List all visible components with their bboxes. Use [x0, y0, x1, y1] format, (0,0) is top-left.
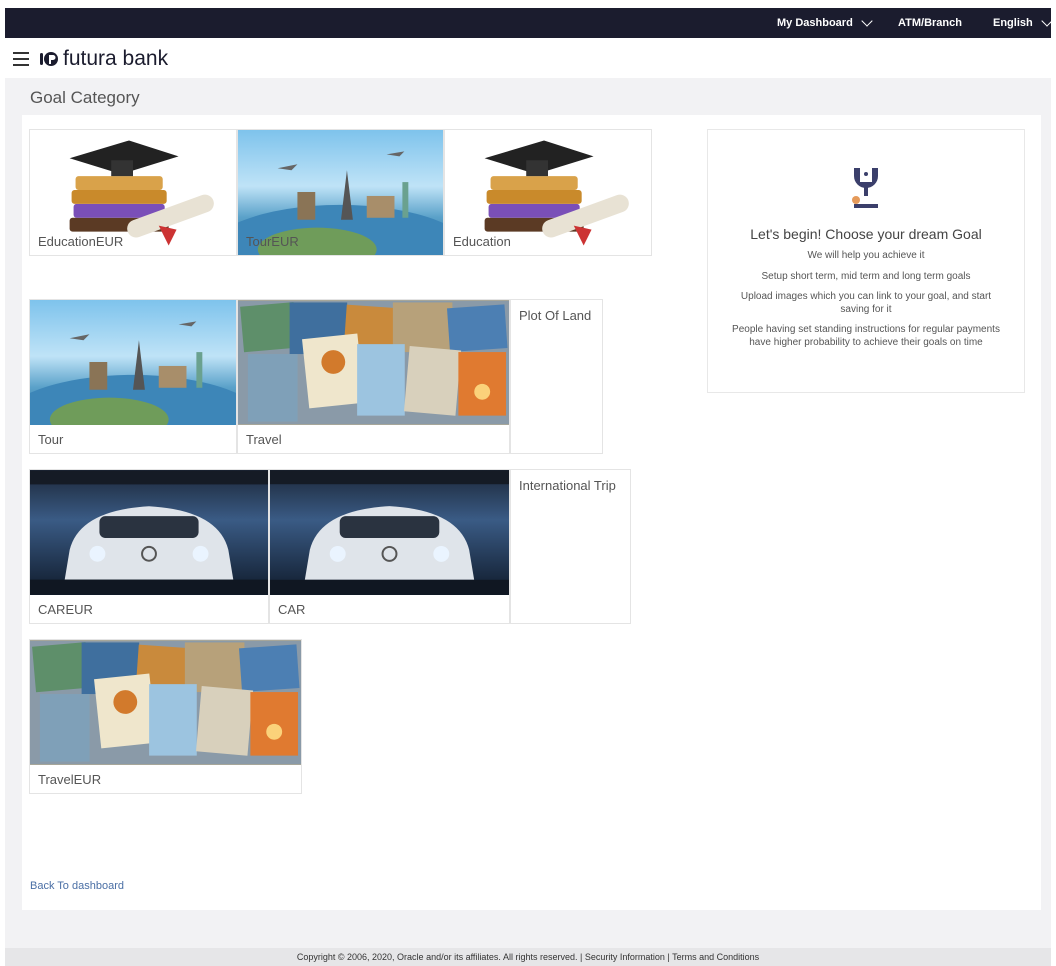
menu-icon[interactable]	[13, 52, 29, 66]
travel-collage	[238, 300, 509, 425]
terms-link[interactable]: Terms and Conditions	[672, 952, 759, 962]
goal-tile-careur[interactable]: CAREUR	[29, 469, 269, 624]
info-line: People having set standing instructions …	[732, 324, 1000, 348]
tile-label: CAR	[278, 602, 306, 617]
top-bar: My Dashboard ATM/Branch English	[5, 8, 1053, 38]
footer: Copyright © 2006, 2020, Oracle and/or it…	[5, 948, 1051, 966]
car-photo	[270, 470, 509, 595]
goal-tile-car[interactable]: CAR	[269, 469, 510, 624]
tile-label: CAREUR	[38, 602, 93, 617]
chevron-down-icon	[861, 14, 873, 27]
my-dashboard-label: My Dashboard	[777, 17, 853, 29]
brand-logo[interactable]: futura bank	[39, 47, 168, 71]
tile-label: TourEUR	[246, 234, 299, 249]
back-to-dashboard-link[interactable]: Back To dashboard	[30, 880, 124, 892]
my-dashboard-menu[interactable]: My Dashboard	[777, 8, 873, 38]
language-label: English	[993, 17, 1033, 29]
copyright-text: Copyright © 2006, 2020, Oracle and/or it…	[296, 952, 578, 962]
security-information-link[interactable]: Security Information	[585, 952, 665, 962]
goal-tile-education[interactable]: Education	[444, 129, 652, 256]
goal-tile-international-trip[interactable]: International Trip	[510, 469, 631, 624]
tile-label: International Trip	[519, 478, 616, 493]
futura-logo-icon	[40, 52, 58, 66]
education-illustration	[30, 130, 236, 248]
page-title: Goal Category	[30, 88, 140, 107]
car-photo	[30, 470, 268, 595]
goal-tile-travel[interactable]: Travel	[237, 299, 510, 454]
language-menu[interactable]: English	[993, 8, 1053, 38]
goal-info-card: Let's begin! Choose your dream Goal We w…	[707, 129, 1025, 393]
tile-label: Plot Of Land	[519, 308, 592, 323]
tile-label: Travel	[246, 432, 282, 447]
tile-label: Education	[453, 234, 511, 249]
info-heading: Let's begin! Choose your dream Goal	[750, 226, 982, 242]
trophy-icon	[852, 168, 878, 208]
app-frame: My Dashboard ATM/Branch English futura b…	[5, 8, 1053, 966]
goal-tile-toureur[interactable]: TourEUR	[237, 129, 444, 256]
brand-name: futura bank	[63, 47, 169, 70]
goal-category-panel: EducationEUR TourEUR Education Tour Trav…	[22, 115, 1041, 910]
goal-tile-tour[interactable]: Tour	[29, 299, 237, 454]
info-line: Upload images which you can link to your…	[740, 291, 992, 315]
tile-label: EducationEUR	[38, 234, 124, 249]
goal-tile-traveleur[interactable]: TravelEUR	[29, 639, 302, 794]
chevron-down-icon	[1041, 14, 1053, 27]
header: futura bank	[5, 38, 1051, 78]
atm-branch-link[interactable]: ATM/Branch	[898, 8, 962, 38]
education-illustration	[445, 130, 651, 248]
atm-branch-label: ATM/Branch	[898, 17, 962, 29]
info-line: Setup short term, mid term and long term…	[761, 270, 971, 282]
travel-collage	[30, 640, 301, 765]
tile-label: TravelEUR	[38, 772, 102, 787]
goal-tile-plot-of-land[interactable]: Plot Of Land	[510, 299, 603, 454]
tour-illustration	[30, 300, 236, 425]
tile-label: Tour	[38, 432, 64, 447]
goal-tile-educationeur[interactable]: EducationEUR	[29, 129, 237, 256]
info-line: We will help you achieve it	[807, 250, 925, 261]
